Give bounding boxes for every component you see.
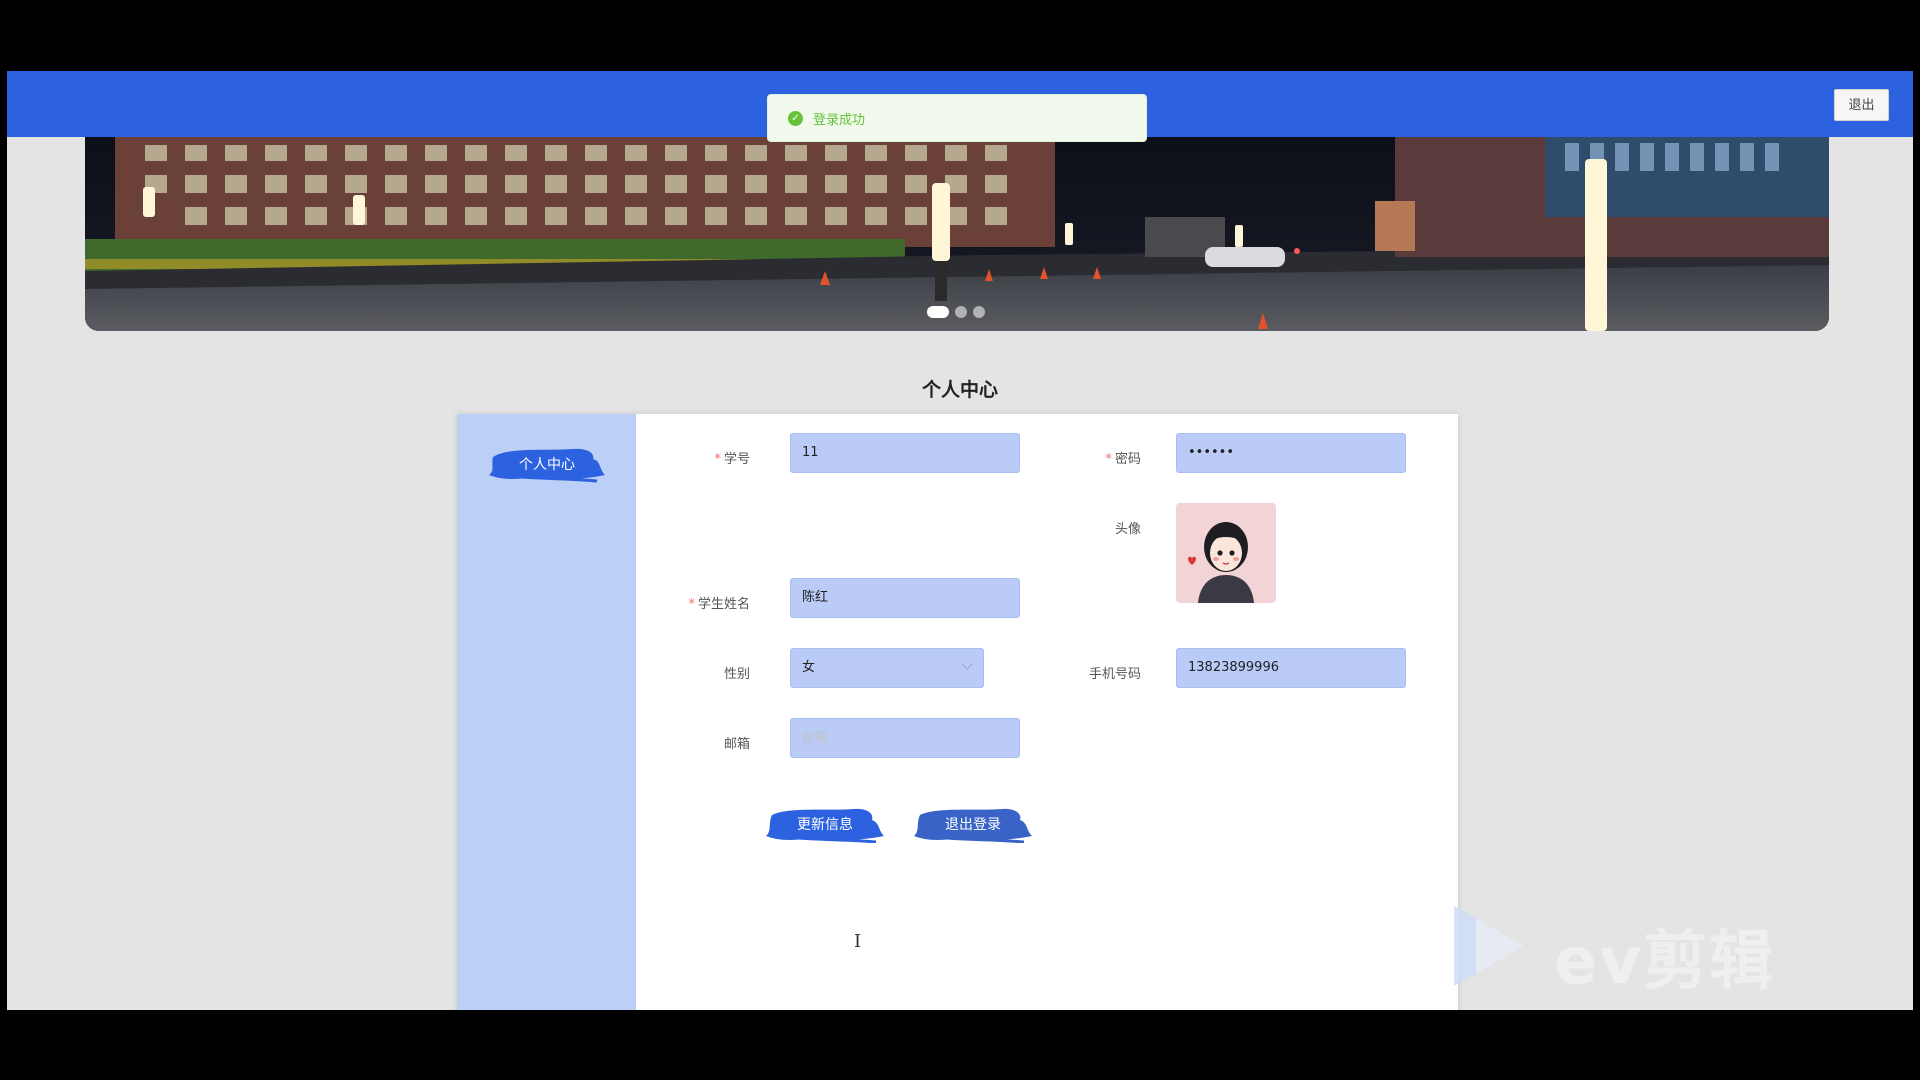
- gender-select[interactable]: 女: [790, 648, 984, 688]
- carousel-indicators: [927, 306, 985, 318]
- update-info-button[interactable]: 更新信息: [764, 805, 886, 843]
- check-circle-icon: ✓: [788, 110, 803, 126]
- email-input[interactable]: [790, 718, 1020, 758]
- campus-banner-carousel: [85, 137, 1829, 331]
- student-id-field[interactable]: 11: [790, 433, 1020, 473]
- name-field[interactable]: 陈红: [790, 578, 1020, 618]
- gender-label: 性别: [723, 667, 750, 682]
- page-title: 个人中心: [921, 379, 998, 401]
- avatar[interactable]: [1176, 503, 1276, 603]
- success-toast: ✓ 登录成功: [767, 94, 1147, 142]
- sidebar-item-label: 个人中心: [519, 457, 575, 473]
- sidebar: 个人中心: [457, 414, 636, 1010]
- profile-card: 个人中心 * 学号 11 * 密码 •••••• 头像 * 学生姓名 陈红 性别…: [457, 414, 1458, 1010]
- text-cursor-icon: I: [854, 931, 862, 952]
- phone-field[interactable]: 13823899996: [1176, 648, 1406, 688]
- banner-image: [85, 137, 1829, 331]
- name-label: * 学生姓名: [688, 597, 750, 612]
- carousel-dot-2[interactable]: [955, 306, 967, 318]
- logout-account-label: 退出登录: [945, 817, 1001, 833]
- chevron-down-icon: [961, 658, 973, 670]
- avatar-girl-icon: [1176, 503, 1276, 603]
- logout-account-button[interactable]: 退出登录: [912, 805, 1034, 843]
- gender-value: 女: [802, 660, 816, 675]
- carousel-dot-1[interactable]: [927, 306, 949, 318]
- logout-button[interactable]: 退出: [1834, 89, 1889, 121]
- password-field[interactable]: ••••••: [1176, 433, 1406, 473]
- sidebar-item-profile[interactable]: 个人中心: [487, 445, 607, 483]
- app-window: 退出 ✓ 登录成功 个人中心 个人中心 * 学号 11 * 密码 •••••• …: [7, 71, 1913, 1010]
- toast-message: 登录成功: [813, 112, 866, 128]
- password-label: * 密码: [1105, 452, 1141, 467]
- email-label: 邮箱: [723, 737, 750, 752]
- student-id-label: * 学号: [714, 452, 750, 467]
- carousel-dot-3[interactable]: [973, 306, 985, 318]
- update-info-label: 更新信息: [797, 817, 853, 833]
- phone-label: 手机号码: [1088, 667, 1141, 682]
- avatar-label: 头像: [1114, 522, 1141, 537]
